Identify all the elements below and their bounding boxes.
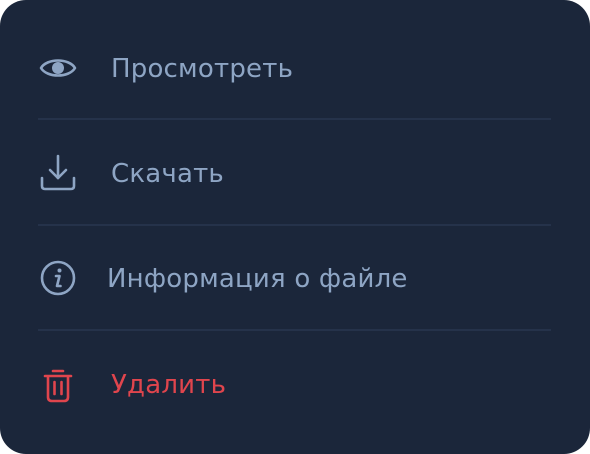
eye-icon <box>38 48 78 88</box>
menu-item-delete-label: Удалить <box>111 370 227 400</box>
download-icon <box>38 153 78 193</box>
menu-item-file-info[interactable]: Информация о файле <box>0 226 590 331</box>
divider <box>38 329 551 331</box>
menu-item-view-label: Просмотреть <box>111 54 294 84</box>
menu-item-download-label: Скачать <box>111 159 224 189</box>
context-menu: Просмотреть Скачать Информация о файле У… <box>0 0 590 454</box>
menu-item-download[interactable]: Скачать <box>0 121 590 226</box>
info-icon <box>38 258 78 298</box>
divider <box>38 118 551 120</box>
menu-item-file-info-label: Информация о файле <box>107 264 408 294</box>
trash-icon <box>38 365 78 405</box>
menu-item-view[interactable]: Просмотреть <box>0 16 590 121</box>
menu-item-delete[interactable]: Удалить <box>0 332 590 437</box>
